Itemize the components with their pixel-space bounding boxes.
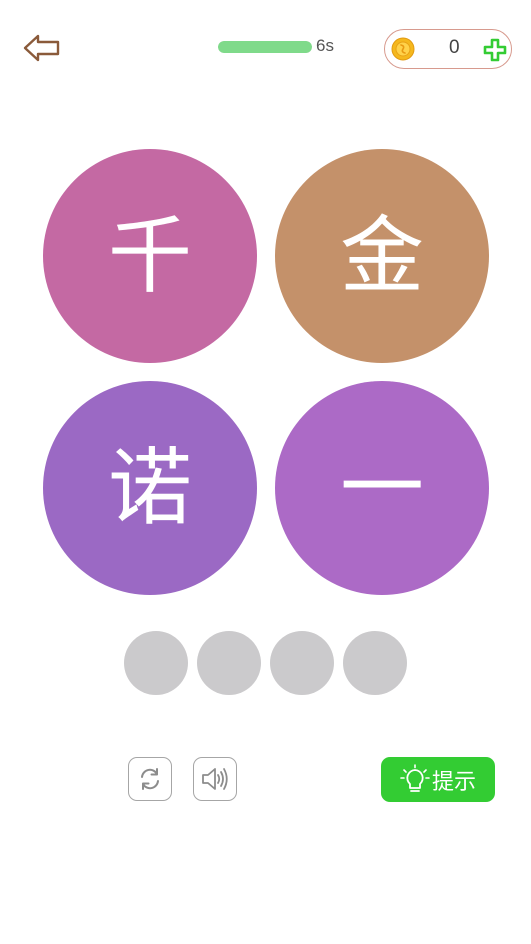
sound-button[interactable] (193, 757, 237, 801)
answer-slot[interactable] (270, 631, 334, 695)
character-tile[interactable]: 一 (275, 381, 489, 595)
coin-count: 0 (449, 37, 460, 58)
refresh-button[interactable] (128, 757, 172, 801)
character-tile[interactable]: 诺 (43, 381, 257, 595)
lightbulb-icon (400, 763, 430, 792)
coin-icon (391, 37, 415, 61)
timer-remaining-label: 6s (316, 36, 334, 55)
plus-icon (483, 38, 507, 62)
back-button[interactable] (20, 30, 64, 66)
tile-character: 诺 (107, 439, 192, 537)
character-tile[interactable]: 千 (43, 149, 257, 363)
answer-slot[interactable] (343, 631, 407, 695)
answer-slot[interactable] (124, 631, 188, 695)
refresh-icon (141, 768, 159, 790)
character-tile[interactable]: 金 (275, 149, 489, 363)
timer: 6s (218, 36, 348, 58)
tile-character: 千 (107, 207, 192, 305)
tile-character: 一 (339, 439, 424, 537)
answer-slot[interactable] (197, 631, 261, 695)
coin-counter: 0 (384, 29, 512, 69)
timer-progress-bar (218, 41, 312, 53)
hint-button[interactable]: 提示 (381, 757, 495, 802)
back-arrow-icon (23, 34, 60, 62)
hint-label: 提示 (431, 769, 476, 795)
add-coins-button[interactable] (483, 38, 507, 62)
speaker-icon (202, 768, 228, 790)
timer-track (218, 41, 312, 53)
tile-character: 金 (339, 207, 424, 305)
